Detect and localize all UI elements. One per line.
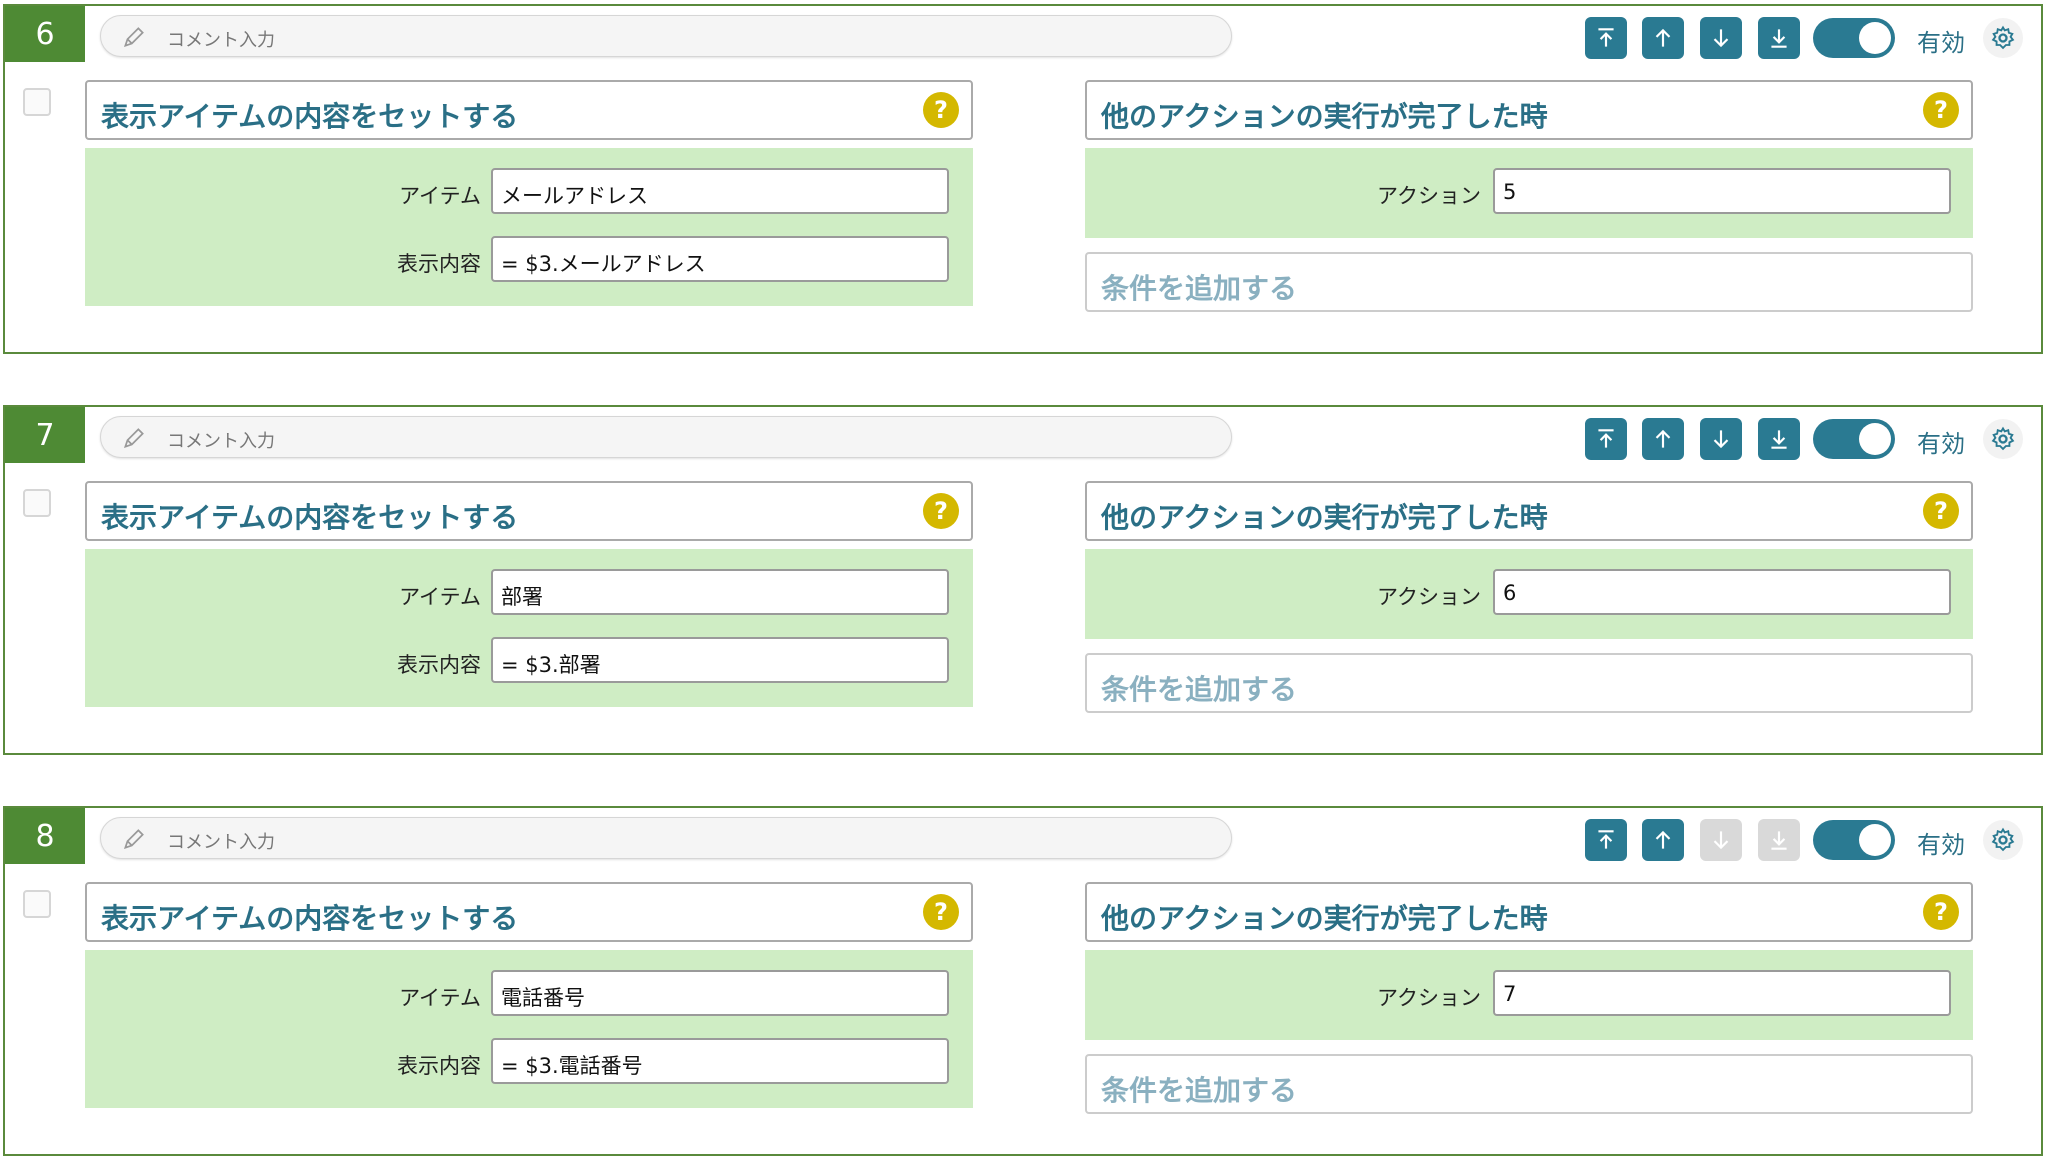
trigger-title-text: 他のアクションの実行が完了した時 (1101, 100, 1548, 133)
help-icon[interactable]: ? (923, 92, 959, 128)
add-condition-button[interactable]: 条件を追加する (1085, 1054, 1973, 1114)
trigger-panel: アクション 7 (1085, 950, 1973, 1040)
move-to-bottom-button[interactable] (1758, 819, 1800, 861)
action-label: アクション (1377, 184, 1481, 208)
action-field[interactable]: 5 (1493, 168, 1951, 214)
gear-icon (1991, 25, 2015, 50)
trigger-title-text: 他のアクションの実行が完了した時 (1101, 501, 1548, 534)
select-checkbox[interactable] (23, 88, 51, 116)
arrow-up-icon (1655, 830, 1671, 849)
settings-button[interactable] (1983, 18, 2023, 58)
arrow-up-icon (1655, 28, 1671, 47)
gear-icon (1991, 827, 2015, 852)
action-field[interactable]: 6 (1493, 569, 1951, 615)
item-label: アイテム (399, 986, 481, 1010)
toggle-knob (1859, 824, 1891, 856)
enable-toggle[interactable] (1813, 18, 1895, 58)
set-item-panel: アイテム 電話番号 表示内容 = $3.電話番号 (85, 950, 973, 1108)
item-field[interactable]: 部署 (491, 569, 949, 615)
move-to-bottom-button[interactable] (1758, 418, 1800, 460)
trigger-title: 他のアクションの実行が完了した時 ? (1085, 80, 1973, 140)
add-condition-button[interactable]: 条件を追加する (1085, 653, 1973, 713)
item-label: アイテム (399, 184, 481, 208)
set-item-title-text: 表示アイテムの内容をセットする (101, 501, 519, 534)
move-bottom-icon (1771, 29, 1787, 48)
help-icon[interactable]: ? (1923, 493, 1959, 529)
move-to-top-button[interactable] (1585, 17, 1627, 59)
trigger-title-text: 他のアクションの実行が完了した時 (1101, 902, 1548, 935)
action-label: アクション (1377, 585, 1481, 609)
settings-button[interactable] (1983, 419, 2023, 459)
trigger-panel: アクション 5 (1085, 148, 1973, 238)
card-controls: 有効 (5, 819, 2045, 863)
display-label: 表示内容 (397, 252, 481, 276)
set-item-title-text: 表示アイテムの内容をセットする (101, 902, 519, 935)
set-item-panel: アイテム メールアドレス 表示内容 = $3.メールアドレス (85, 148, 973, 306)
arrow-down-icon (1713, 29, 1729, 48)
display-content-field[interactable]: = $3.メールアドレス (491, 236, 949, 282)
move-bottom-icon (1771, 430, 1787, 449)
move-to-bottom-button[interactable] (1758, 17, 1800, 59)
gear-icon (1991, 426, 2015, 451)
enabled-label: 有効 (1917, 430, 1965, 458)
move-up-button[interactable] (1642, 819, 1684, 861)
set-item-title: 表示アイテムの内容をセットする ? (85, 481, 973, 541)
set-item-title: 表示アイテムの内容をセットする ? (85, 882, 973, 942)
trigger-panel: アクション 6 (1085, 549, 1973, 639)
move-to-top-button[interactable] (1585, 418, 1627, 460)
move-top-icon (1598, 28, 1614, 47)
enabled-label: 有効 (1917, 831, 1965, 859)
enable-toggle[interactable] (1813, 419, 1895, 459)
display-label: 表示内容 (397, 1054, 481, 1078)
move-bottom-icon (1771, 831, 1787, 850)
select-checkbox[interactable] (23, 489, 51, 517)
set-item-title: 表示アイテムの内容をセットする ? (85, 80, 973, 140)
help-icon[interactable]: ? (923, 894, 959, 930)
add-condition-button[interactable]: 条件を追加する (1085, 252, 1973, 312)
move-to-top-button[interactable] (1585, 819, 1627, 861)
item-field[interactable]: 電話番号 (491, 970, 949, 1016)
toggle-knob (1859, 423, 1891, 455)
add-condition-text: 条件を追加する (1101, 1074, 1298, 1107)
select-checkbox[interactable] (23, 890, 51, 918)
help-icon[interactable]: ? (1923, 92, 1959, 128)
trigger-title: 他のアクションの実行が完了した時 ? (1085, 481, 1973, 541)
action-card-8: 8 コメント入力 有効 表示アイテムの内容をセットする ? アイテム 電話番号 … (3, 806, 2043, 1156)
action-card-7: 7 コメント入力 有効 表示アイテムの内容をセットする ? アイテム 部署 表示… (3, 405, 2043, 755)
arrow-down-icon (1713, 831, 1729, 850)
card-controls: 有効 (5, 17, 2045, 61)
enabled-label: 有効 (1917, 29, 1965, 57)
help-icon[interactable]: ? (923, 493, 959, 529)
card-controls: 有効 (5, 418, 2045, 462)
add-condition-text: 条件を追加する (1101, 272, 1298, 305)
action-label: アクション (1377, 986, 1481, 1010)
settings-button[interactable] (1983, 820, 2023, 860)
set-item-title-text: 表示アイテムの内容をセットする (101, 100, 519, 133)
item-field[interactable]: メールアドレス (491, 168, 949, 214)
move-down-button[interactable] (1700, 819, 1742, 861)
arrow-down-icon (1713, 430, 1729, 449)
action-card-6: 6 コメント入力 有効 表示アイテムの内容をセットする ? アイテム メールアド… (3, 4, 2043, 354)
move-top-icon (1598, 429, 1614, 448)
enable-toggle[interactable] (1813, 820, 1895, 860)
display-content-field[interactable]: = $3.部署 (491, 637, 949, 683)
add-condition-text: 条件を追加する (1101, 673, 1298, 706)
set-item-panel: アイテム 部署 表示内容 = $3.部署 (85, 549, 973, 707)
move-up-button[interactable] (1642, 418, 1684, 460)
toggle-knob (1859, 22, 1891, 54)
display-content-field[interactable]: = $3.電話番号 (491, 1038, 949, 1084)
help-icon[interactable]: ? (1923, 894, 1959, 930)
move-top-icon (1598, 830, 1614, 849)
action-field[interactable]: 7 (1493, 970, 1951, 1016)
display-label: 表示内容 (397, 653, 481, 677)
trigger-title: 他のアクションの実行が完了した時 ? (1085, 882, 1973, 942)
arrow-up-icon (1655, 429, 1671, 448)
move-down-button[interactable] (1700, 418, 1742, 460)
item-label: アイテム (399, 585, 481, 609)
move-down-button[interactable] (1700, 17, 1742, 59)
move-up-button[interactable] (1642, 17, 1684, 59)
